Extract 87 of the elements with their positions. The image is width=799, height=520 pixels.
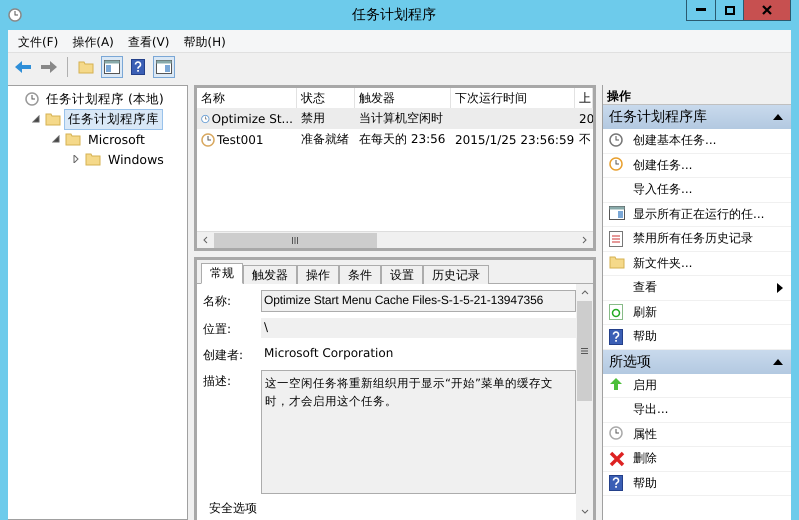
description-line: 这一空闲任务将重新组织用于显示“开始”菜单的缓存文	[265, 375, 553, 392]
action-item[interactable]: 删除	[603, 447, 791, 472]
tree-item[interactable]: 任务计划程序 (本地)	[42, 88, 168, 110]
clock-icon	[25, 92, 39, 106]
show-actions-button[interactable]	[153, 56, 175, 78]
section-header[interactable]: 所选项	[603, 350, 791, 374]
menu-item[interactable]: 操作(A)	[66, 33, 120, 49]
table-cell[interactable]: 禁用	[297, 108, 355, 129]
collapse-icon	[773, 358, 783, 364]
clock-icon	[609, 426, 623, 440]
folder-icon	[45, 112, 61, 126]
folder-icon	[78, 60, 94, 74]
scroll-left-icon[interactable]	[202, 236, 210, 244]
name-field[interactable]: Optimize Start Menu Cache Files-S-1-5-21-13947356	[261, 290, 576, 312]
minimize-icon	[696, 8, 706, 12]
list-icon	[609, 230, 623, 247]
tab[interactable]: 操作	[297, 265, 339, 284]
pane-toggle-icon	[104, 60, 120, 74]
back-arrow-icon	[14, 60, 32, 74]
collapsed-triangle-icon[interactable]	[72, 155, 80, 163]
description-field[interactable]: 这一空闲任务将重新组织用于显示“开始”菜单的缓存文 时，才会启用这个任务。	[261, 370, 576, 494]
help-icon	[131, 59, 145, 75]
pane-toggle-icon	[609, 206, 625, 220]
field-label: 位置:	[203, 321, 232, 338]
section-header[interactable]: 任务计划程序库	[603, 105, 791, 129]
refresh-icon	[609, 304, 623, 320]
action-item[interactable]: 新文件夹...	[603, 252, 791, 276]
horizontal-scrollbar[interactable]	[197, 231, 593, 248]
tree-item[interactable]: 任务计划程序库	[64, 108, 163, 130]
location-value: \	[261, 318, 576, 338]
author-value: Microsoft Corporation	[263, 345, 394, 362]
forward-arrow-icon	[40, 60, 58, 74]
scroll-right-icon[interactable]	[580, 236, 588, 244]
action-item[interactable]: 导入任务...	[603, 178, 791, 202]
close-icon	[762, 5, 772, 15]
clock-icon	[201, 132, 215, 146]
clock-icon	[609, 132, 623, 147]
tab[interactable]: 常规	[201, 263, 243, 284]
action-item[interactable]: 创建任务...	[603, 154, 791, 178]
tab[interactable]: 设置	[381, 265, 423, 284]
tab[interactable]: 触发器	[243, 265, 297, 284]
folder-icon	[65, 132, 81, 146]
action-item[interactable]: 刷新	[603, 300, 791, 325]
maximize-icon	[724, 6, 734, 14]
field-label: 创建者:	[203, 347, 244, 364]
tab[interactable]: 条件	[339, 265, 381, 284]
help-icon	[609, 328, 623, 345]
action-item[interactable]: 帮助	[603, 472, 791, 496]
pane-title: 操作	[603, 85, 791, 105]
folder-icon	[85, 152, 101, 166]
description-line: 时，才会启用这个任务。	[265, 393, 397, 410]
menu-item[interactable]: 帮助(H)	[177, 33, 232, 49]
field-label: 名称:	[203, 293, 232, 310]
table-cell[interactable]: Optimize St...	[197, 108, 297, 129]
vertical-scrollbar[interactable]	[576, 284, 593, 520]
close-button[interactable]	[743, 0, 790, 20]
scroll-up-icon[interactable]	[580, 288, 588, 296]
help-icon	[609, 475, 623, 492]
close-x-icon	[609, 450, 625, 467]
expanded-triangle-icon[interactable]	[32, 115, 40, 123]
show-tree-button[interactable]	[101, 56, 123, 78]
tree-item[interactable]: Windows	[104, 150, 168, 168]
action-item[interactable]: 属性	[603, 422, 791, 447]
action-item[interactable]: 启用	[603, 374, 791, 398]
field-label: 描述:	[203, 373, 232, 390]
action-item[interactable]: 创建基本任务...	[603, 129, 791, 154]
table-cell[interactable]: 当计算机空闲时	[355, 108, 451, 129]
tab[interactable]: 历史记录	[423, 265, 489, 284]
action-item[interactable]: 显示所有正在运行的任...	[603, 202, 791, 227]
collapse-icon	[773, 114, 783, 120]
menu-item[interactable]: 查看(V)	[122, 33, 176, 49]
pane-toggle-icon	[156, 60, 172, 74]
grip-icon	[581, 348, 588, 354]
clock-icon	[8, 8, 22, 22]
tree-item[interactable]: Microsoft	[84, 130, 149, 148]
window-title: 任务计划程序	[352, 6, 436, 24]
action-item[interactable]: 查看	[603, 276, 791, 300]
up-arrow-icon	[609, 377, 623, 392]
action-item[interactable]: 导出...	[603, 398, 791, 422]
action-item[interactable]: 禁用所有任务历史记录	[603, 227, 791, 252]
folder-icon	[609, 255, 625, 270]
section-heading: 安全选项	[208, 500, 258, 517]
menu-item[interactable]: 文件(F)	[12, 33, 64, 49]
clock-icon	[609, 157, 623, 172]
expanded-triangle-icon[interactable]	[52, 135, 60, 143]
grip-icon	[292, 236, 298, 244]
scroll-down-icon[interactable]	[580, 508, 588, 516]
